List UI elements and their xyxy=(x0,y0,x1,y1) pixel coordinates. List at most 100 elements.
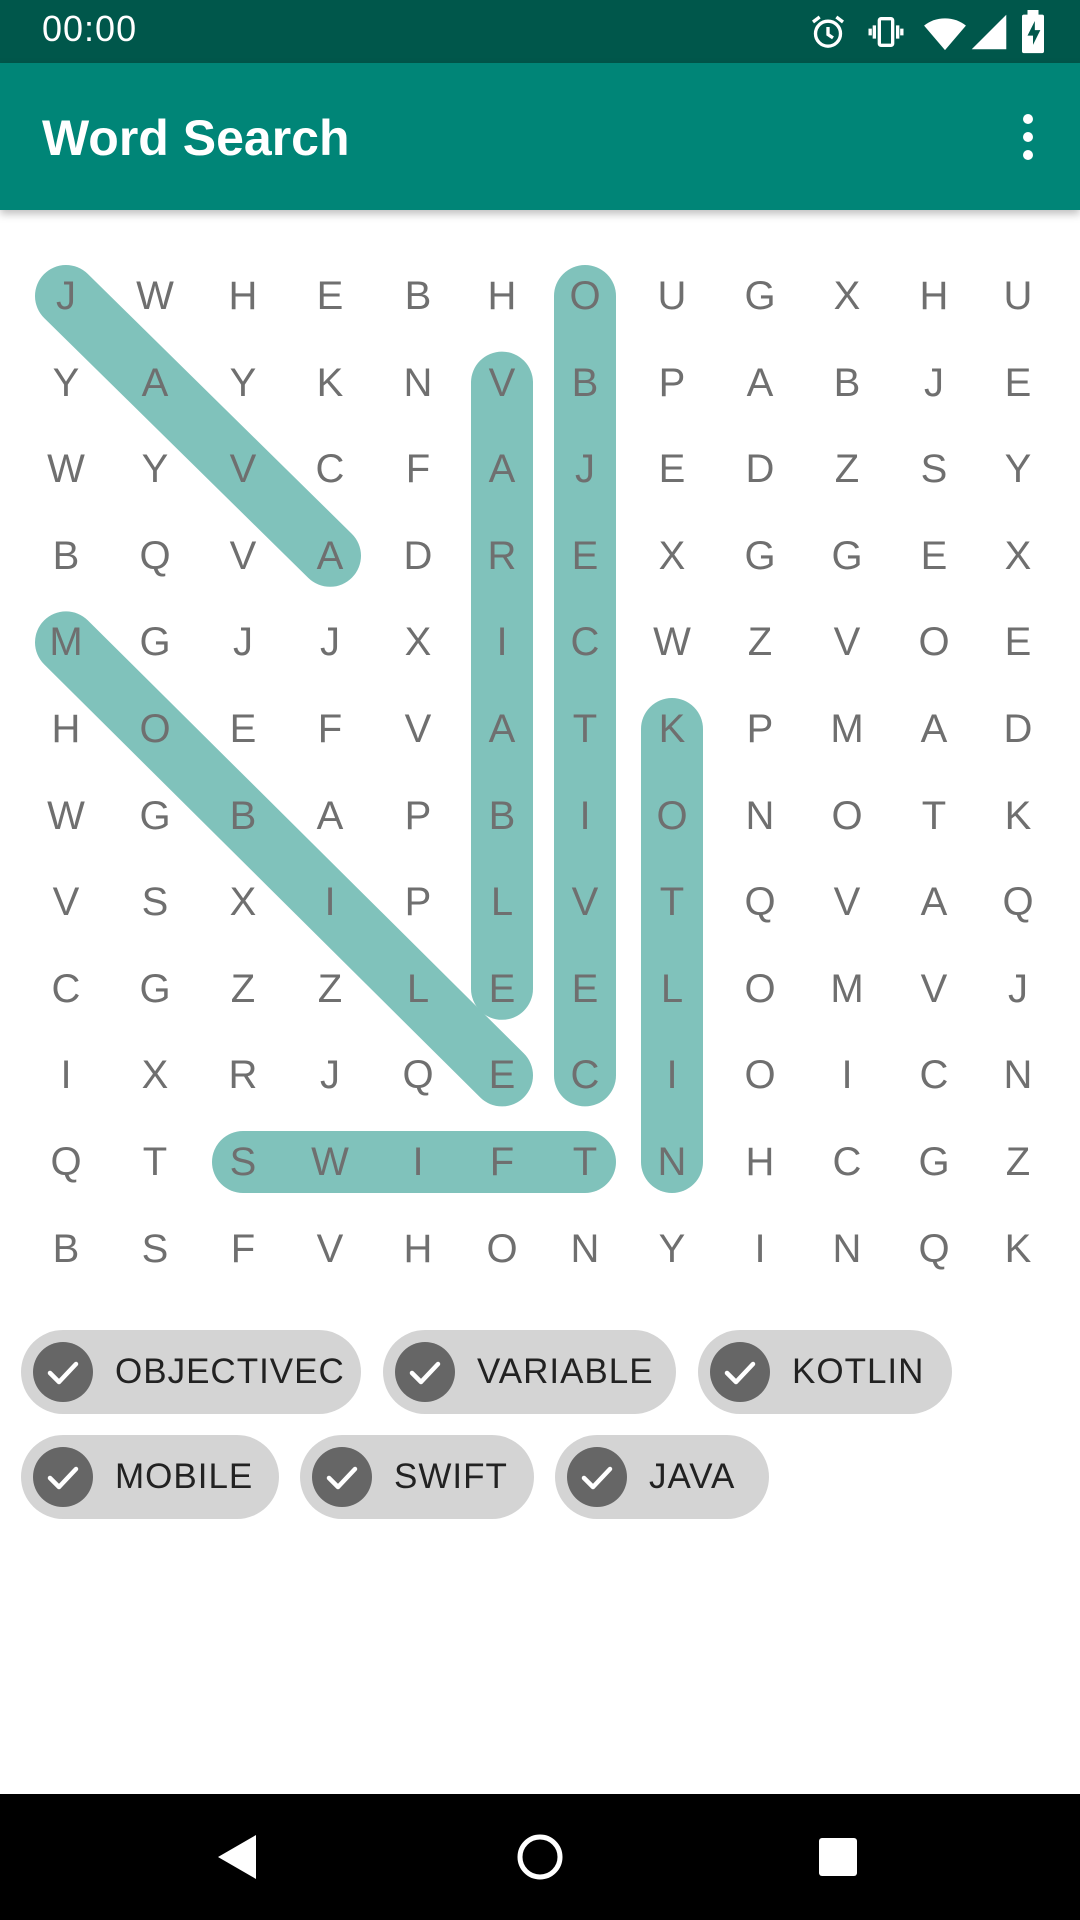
grid-cell[interactable]: Q xyxy=(975,859,1061,945)
grid-cell[interactable]: W xyxy=(629,599,715,685)
grid-cell[interactable]: I xyxy=(804,1032,890,1118)
grid-cell[interactable]: G xyxy=(112,599,198,685)
grid-cell[interactable]: N xyxy=(717,773,803,859)
grid-cell[interactable]: T xyxy=(891,773,977,859)
grid-cell[interactable]: G xyxy=(717,253,803,339)
word-chip-java[interactable]: JAVA xyxy=(555,1435,769,1519)
recents-button[interactable] xyxy=(798,1817,878,1897)
word-chip-mobile[interactable]: MOBILE xyxy=(21,1435,279,1519)
grid-cell[interactable]: C xyxy=(23,946,109,1032)
grid-cell[interactable]: V xyxy=(891,946,977,1032)
grid-cell[interactable]: O xyxy=(112,686,198,772)
grid-cell[interactable]: P xyxy=(629,340,715,426)
grid-cell[interactable]: M xyxy=(804,686,890,772)
grid-cell[interactable]: J xyxy=(891,340,977,426)
grid-cell[interactable]: X xyxy=(200,859,286,945)
grid-cell[interactable]: V xyxy=(287,1206,373,1292)
word-chip-swift[interactable]: SWIFT xyxy=(300,1435,534,1519)
grid-cell[interactable]: H xyxy=(375,1206,461,1292)
grid-cell[interactable]: T xyxy=(542,1119,628,1205)
grid-cell[interactable]: A xyxy=(891,686,977,772)
grid-cell[interactable]: J xyxy=(975,946,1061,1032)
grid-cell[interactable]: S xyxy=(891,426,977,512)
grid-cell[interactable]: A xyxy=(459,686,545,772)
grid-cell[interactable]: W xyxy=(287,1119,373,1205)
grid-cell[interactable]: F xyxy=(287,686,373,772)
grid-cell[interactable]: I xyxy=(287,859,373,945)
grid-cell[interactable]: O xyxy=(717,1032,803,1118)
grid-cell[interactable]: E xyxy=(891,513,977,599)
grid-cell[interactable]: E xyxy=(459,1032,545,1118)
grid-cell[interactable]: R xyxy=(200,1032,286,1118)
grid-cell[interactable]: N xyxy=(975,1032,1061,1118)
grid-cell[interactable]: T xyxy=(112,1119,198,1205)
grid-cell[interactable]: C xyxy=(542,1032,628,1118)
grid-cell[interactable]: N xyxy=(542,1206,628,1292)
grid-cell[interactable]: I xyxy=(629,1032,715,1118)
grid-cell[interactable]: Z xyxy=(804,426,890,512)
grid-cell[interactable]: J xyxy=(200,599,286,685)
grid-cell[interactable]: V xyxy=(804,859,890,945)
grid-cell[interactable]: V xyxy=(200,513,286,599)
grid-cell[interactable]: Y xyxy=(112,426,198,512)
grid-cell[interactable]: L xyxy=(459,859,545,945)
grid-cell[interactable]: E xyxy=(459,946,545,1032)
grid-cell[interactable]: K xyxy=(975,1206,1061,1292)
grid-cell[interactable]: C xyxy=(804,1119,890,1205)
overflow-menu-button[interactable] xyxy=(992,101,1064,173)
grid-cell[interactable]: V xyxy=(459,340,545,426)
grid-cell[interactable]: K xyxy=(629,686,715,772)
grid-cell[interactable]: F xyxy=(375,426,461,512)
grid-cell[interactable]: V xyxy=(804,599,890,685)
grid-cell[interactable]: O xyxy=(717,946,803,1032)
grid-cell[interactable]: X xyxy=(629,513,715,599)
grid-cell[interactable]: C xyxy=(891,1032,977,1118)
grid-cell[interactable]: Y xyxy=(200,340,286,426)
grid-cell[interactable]: H xyxy=(23,686,109,772)
grid-cell[interactable]: N xyxy=(629,1119,715,1205)
grid-cell[interactable]: N xyxy=(804,1206,890,1292)
grid-cell[interactable]: G xyxy=(717,513,803,599)
grid-cell[interactable]: G xyxy=(891,1119,977,1205)
grid-cell[interactable]: S xyxy=(112,1206,198,1292)
grid-cell[interactable]: R xyxy=(459,513,545,599)
grid-cell[interactable]: I xyxy=(542,773,628,859)
home-button[interactable] xyxy=(500,1817,580,1897)
grid-cell[interactable]: H xyxy=(200,253,286,339)
grid-cell[interactable]: M xyxy=(804,946,890,1032)
grid-cell[interactable]: W xyxy=(23,773,109,859)
grid-cell[interactable]: P xyxy=(375,773,461,859)
word-chip-kotlin[interactable]: KOTLIN xyxy=(698,1330,952,1414)
word-chip-variable[interactable]: VARIABLE xyxy=(383,1330,676,1414)
grid-cell[interactable]: F xyxy=(200,1206,286,1292)
grid-cell[interactable]: G xyxy=(804,513,890,599)
grid-cell[interactable]: B xyxy=(200,773,286,859)
grid-cell[interactable]: Q xyxy=(891,1206,977,1292)
grid-cell[interactable]: S xyxy=(112,859,198,945)
grid-cell[interactable]: A xyxy=(287,773,373,859)
grid-cell[interactable]: J xyxy=(287,599,373,685)
grid-cell[interactable]: V xyxy=(375,686,461,772)
grid-cell[interactable]: Y xyxy=(23,340,109,426)
grid-cell[interactable]: T xyxy=(542,686,628,772)
grid-cell[interactable]: C xyxy=(287,426,373,512)
word-grid[interactable]: JWHEBHOUGXHUYAYKNVBPABJEWYVCFAJEDZSYBQVA… xyxy=(0,210,1080,1290)
grid-cell[interactable]: F xyxy=(459,1119,545,1205)
grid-cell[interactable]: X xyxy=(112,1032,198,1118)
grid-cell[interactable]: H xyxy=(891,253,977,339)
grid-cell[interactable]: P xyxy=(375,859,461,945)
grid-cell[interactable]: A xyxy=(891,859,977,945)
grid-cell[interactable]: O xyxy=(804,773,890,859)
grid-cell[interactable]: H xyxy=(459,253,545,339)
grid-cell[interactable]: E xyxy=(200,686,286,772)
grid-cell[interactable]: D xyxy=(375,513,461,599)
grid-cell[interactable]: I xyxy=(23,1032,109,1118)
grid-cell[interactable]: Z xyxy=(717,599,803,685)
grid-cell[interactable]: K xyxy=(975,773,1061,859)
grid-cell[interactable]: Q xyxy=(717,859,803,945)
grid-cell[interactable]: E xyxy=(287,253,373,339)
grid-cell[interactable]: Q xyxy=(23,1119,109,1205)
grid-cell[interactable]: B xyxy=(23,1206,109,1292)
grid-cell[interactable]: M xyxy=(23,599,109,685)
grid-cell[interactable]: Z xyxy=(200,946,286,1032)
